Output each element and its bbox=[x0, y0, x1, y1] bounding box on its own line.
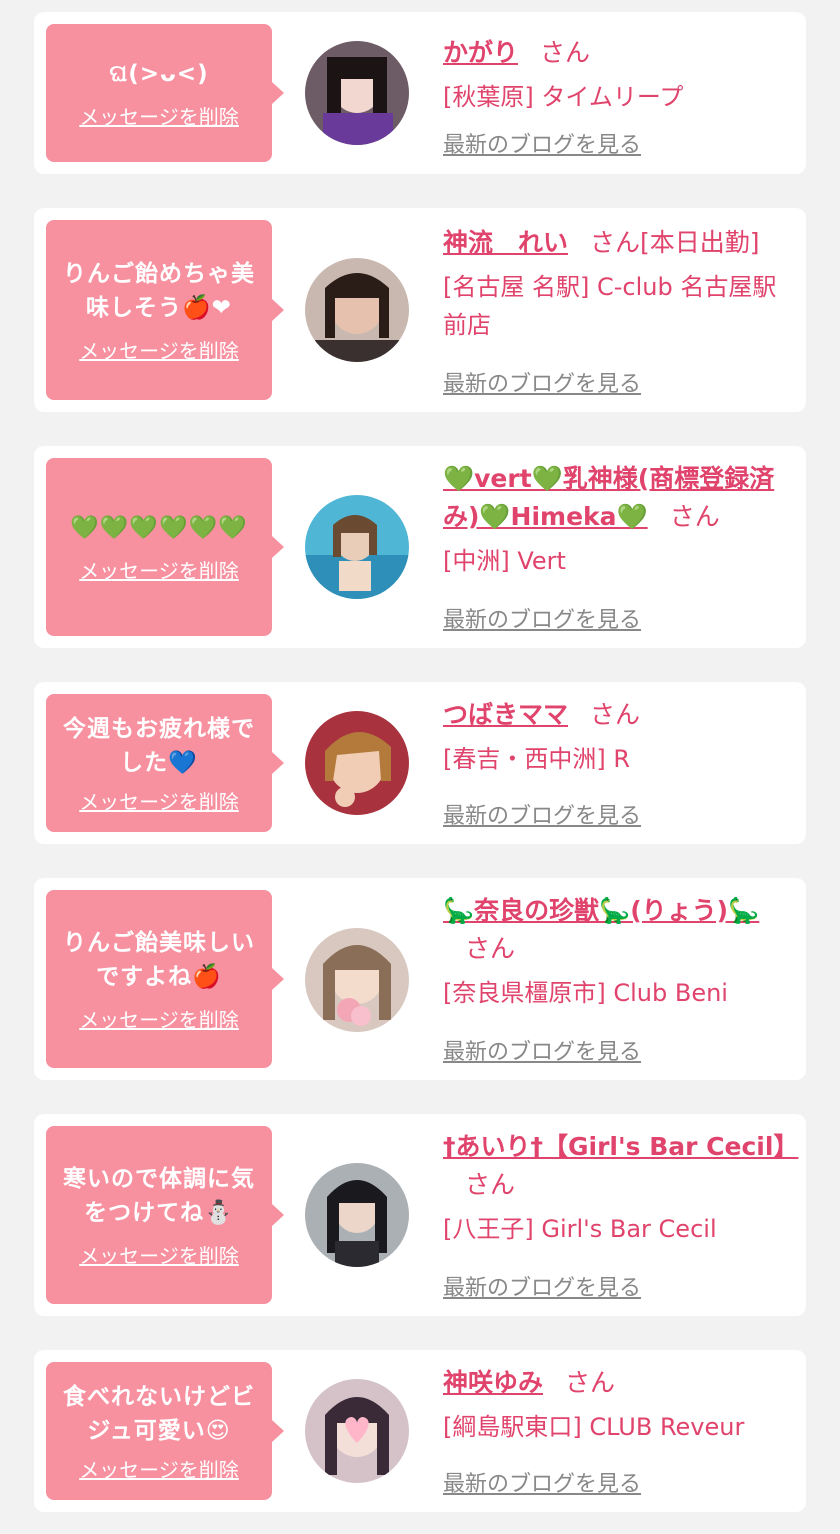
avatar[interactable] bbox=[305, 495, 409, 599]
message-bubble: ଘ(>ᴗ<) メッセージを削除 bbox=[46, 24, 284, 162]
message-text: 食べれないけどビジュ可愛い😍 bbox=[63, 1383, 255, 1444]
delete-message-link[interactable]: メッセージを削除 bbox=[79, 335, 239, 364]
honorific: さん bbox=[669, 502, 720, 531]
cast-name-link[interactable]: つばきママ bbox=[443, 700, 568, 729]
cast-name-link[interactable]: 🦕奈良の珍獣🦕(りょう)🦕 bbox=[443, 896, 759, 925]
message-text: 今週もお疲れ様でした💙 bbox=[63, 715, 255, 776]
message-card: 食べれないけどビジュ可愛い😍 メッセージを削除 神咲ゆみ さん [綱島駅東口] C… bbox=[34, 1350, 806, 1512]
message-bubble: りんご飴美味しいですよね🍎 メッセージを削除 bbox=[46, 890, 284, 1068]
shop-info: [八王子] Girl's Bar Cecil bbox=[443, 1215, 717, 1243]
message-card: りんご飴めちゃ美味しそう🍎❤ メッセージを削除 神流 れい さん[本日出勤] [名… bbox=[34, 208, 806, 412]
honorific: さん bbox=[540, 38, 591, 67]
latest-blog-link[interactable]: 最新のブログを見る bbox=[443, 1466, 641, 1498]
latest-blog-link[interactable]: 最新のブログを見る bbox=[443, 602, 641, 634]
message-card: 💚💚💚💚💚💚 メッセージを削除 💚vert💚乳神様(商標登録済み)💚Himeka… bbox=[34, 446, 806, 648]
latest-blog-link[interactable]: 最新のブログを見る bbox=[443, 366, 641, 398]
message-text: 💚💚💚💚💚💚 bbox=[70, 514, 248, 541]
avatar[interactable] bbox=[305, 1163, 409, 1267]
message-text: 寒いので体調に気をつけてね⛄ bbox=[63, 1165, 255, 1226]
latest-blog-link[interactable]: 最新のブログを見る bbox=[443, 798, 641, 830]
avatar[interactable] bbox=[305, 41, 409, 145]
delete-message-link[interactable]: メッセージを削除 bbox=[79, 101, 239, 130]
latest-blog-link[interactable]: 最新のブログを見る bbox=[443, 1270, 641, 1302]
honorific: さん bbox=[465, 934, 516, 963]
avatar[interactable] bbox=[305, 711, 409, 815]
shop-info: [綱島駅東口] CLUB Reveur bbox=[443, 1413, 745, 1441]
cast-name-link[interactable]: †あいり†【Girl's Bar Cecil】 bbox=[443, 1132, 798, 1161]
message-card: 今週もお疲れ様でした💙 メッセージを削除 つばきママ さん [春吉・西中洲] R … bbox=[34, 682, 806, 844]
message-text: ଘ(>ᴗ<) bbox=[109, 60, 209, 87]
message-bubble: 今週もお疲れ様でした💙 メッセージを削除 bbox=[46, 694, 284, 832]
message-bubble: りんご飴めちゃ美味しそう🍎❤ メッセージを削除 bbox=[46, 220, 284, 400]
cast-name-link[interactable]: 神流 れい bbox=[443, 228, 568, 257]
delete-message-link[interactable]: メッセージを削除 bbox=[79, 1240, 239, 1269]
delete-message-link[interactable]: メッセージを削除 bbox=[79, 786, 239, 815]
delete-message-link[interactable]: メッセージを削除 bbox=[79, 1454, 239, 1483]
cast-name-link[interactable]: 神咲ゆみ bbox=[443, 1368, 543, 1397]
message-bubble: 食べれないけどビジュ可愛い😍 メッセージを削除 bbox=[46, 1362, 284, 1500]
latest-blog-link[interactable]: 最新のブログを見る bbox=[443, 1034, 641, 1066]
status-tag: [本日出勤] bbox=[640, 228, 760, 257]
message-card: 寒いので体調に気をつけてね⛄ メッセージを削除 †あいり†【Girl's Bar… bbox=[34, 1114, 806, 1316]
shop-info: [秋葉原] タイムリープ bbox=[443, 83, 684, 111]
message-card: りんご飴美味しいですよね🍎 メッセージを削除 🦕奈良の珍獣🦕(りょう)🦕 さん [… bbox=[34, 878, 806, 1080]
shop-info: [中洲] Vert bbox=[443, 547, 566, 575]
honorific: さん bbox=[465, 1170, 516, 1199]
honorific: さん bbox=[565, 1368, 616, 1397]
cast-name-link[interactable]: かがり bbox=[443, 38, 518, 67]
message-bubble: 💚💚💚💚💚💚 メッセージを削除 bbox=[46, 458, 284, 636]
message-card: ଘ(>ᴗ<) メッセージを削除 かがり さん [秋葉原] タイムリープ 最新のブロ… bbox=[34, 12, 806, 174]
honorific: さん bbox=[590, 228, 641, 257]
message-text: りんご飴美味しいですよね🍎 bbox=[63, 929, 255, 990]
shop-info: [名古屋 名駅] C-club 名古屋駅前店 bbox=[443, 273, 777, 339]
shop-info: [春吉・西中洲] R bbox=[443, 745, 631, 773]
delete-message-link[interactable]: メッセージを削除 bbox=[79, 555, 239, 584]
avatar[interactable] bbox=[305, 928, 409, 1032]
latest-blog-link[interactable]: 最新のブログを見る bbox=[443, 127, 641, 159]
message-bubble: 寒いので体調に気をつけてね⛄ メッセージを削除 bbox=[46, 1126, 284, 1304]
honorific: さん bbox=[590, 700, 641, 729]
shop-info: [奈良県橿原市] Club Beni bbox=[443, 979, 728, 1007]
cast-name-link[interactable]: 💚vert💚乳神様(商標登録済み)💚Himeka💚 bbox=[443, 464, 774, 531]
avatar[interactable] bbox=[305, 258, 409, 362]
delete-message-link[interactable]: メッセージを削除 bbox=[79, 1004, 239, 1033]
message-text: りんご飴めちゃ美味しそう🍎❤ bbox=[63, 260, 255, 321]
avatar[interactable] bbox=[305, 1379, 409, 1483]
